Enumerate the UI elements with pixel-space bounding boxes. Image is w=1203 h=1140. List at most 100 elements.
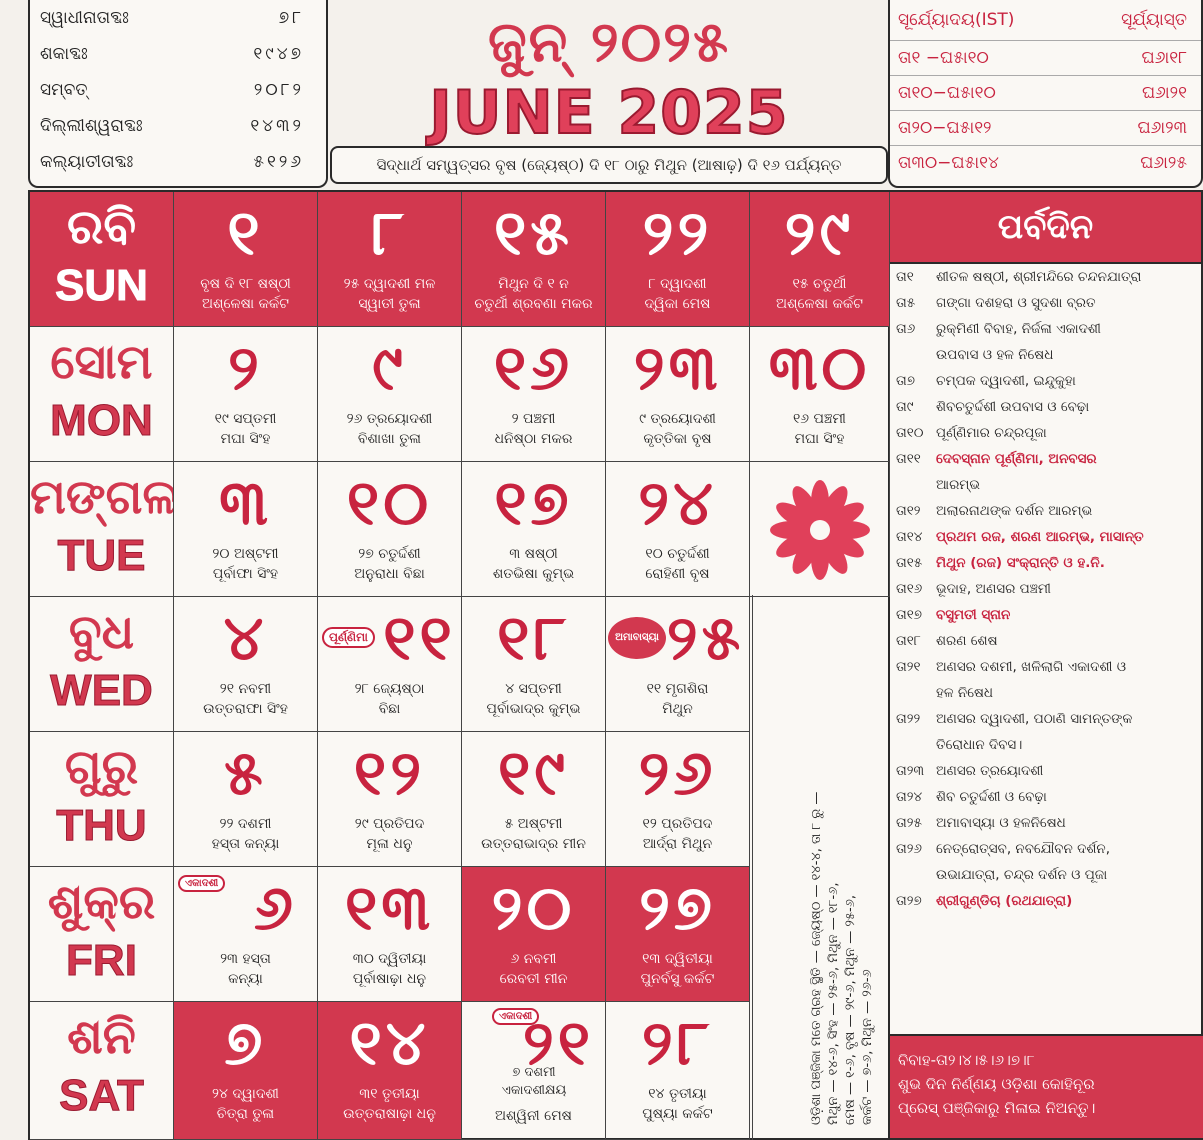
festival-item: ତା୯ ଶିବଚତୁର୍ଦ୍ଦଶୀ ଉପବାସ ଓ ବେଢ଼ା [890,394,1201,420]
date-cell[interactable]: ୨୮ ୧୪ ତୃତୀୟା ପୁଷ୍ୟା କର୍କଟ [606,1002,750,1140]
date-cell[interactable]: ୨୭ ୧୩ ଦ୍ୱିତୀୟା ପୁନର୍ବସୁ କର୍କଟ [606,867,750,1002]
era-row: ଶକାବ୍ଦଃ ୧୯୪୭ [30,36,326,72]
date-cell[interactable]: ୨୦ ୬ ନବମୀ ରେବତୀ ମୀନ [462,867,606,1002]
era-value: ୧୪୩୨ [250,116,304,136]
date-cell[interactable]: ୫ ୨୨ ଦଶମୀ ହସ୍ତା କନ୍ୟା [174,732,318,867]
note-line: ମିଥୁନ — ୧୪-୬, ସିଂହ — ୨୫-୬, ମିଥୁନ — ୧୮-୬, [826,882,841,1125]
date-cell[interactable]: ୧୨ ୨୯ ପ୍ରତିପଦ ମୂଳା ଧନୁ [318,732,462,867]
sunset-heading: ସୂର୍ଯ୍ୟାସ୍ତ [1121,10,1187,30]
tithi-text: ୨୭ ଚତୁର୍ଦ୍ଦଶୀ [358,546,421,562]
date-cell[interactable]: ୨୯ ୧୫ ଚତୁର୍ଥୀ ଅଶ୍ଳେଷା କର୍କଟ [750,192,890,327]
date-cell[interactable]: ୧୫ ମିଥୁନ ଦି ୧ ନ ଚତୁର୍ଥୀ ଶ୍ରବଣା ମକର [462,192,606,327]
festival-event: ଶିବଚତୁର୍ଦ୍ଦଶୀ ଉପବାସ ଓ ବେଢ଼ା [936,399,1090,415]
festival-title: ପର୍ବଦିନ [890,192,1201,264]
day-label-sun: ରବି SUN [30,192,174,327]
date-cell[interactable]: ୧୮ ୪ ସପ୍ତମୀ ପୂର୍ବାଭାଦ୍ର କୁମ୍ଭ [462,597,606,732]
date-cell[interactable]: ପୂର୍ଣ୍ଣିମା ୧୧ ୨୮ ଜ୍ୟେଷ୍ଠା ବିଛା [318,597,462,732]
date-cell[interactable]: ଅମାବାସ୍ୟା ୨୫ ୧୧ ମୃଗଶିରା ମିଥୁନ [606,597,750,732]
date-number: ୨ [228,331,263,404]
date-cell[interactable]: ୩୦ ୧୬ ପଞ୍ଚମୀ ମଘା ସିଂହ [750,327,890,462]
tithi-text: ୨୮ ଜ୍ୟେଷ୍ଠା [354,681,425,697]
tithi-text: ୧୩ ଦ୍ୱିତୀୟା [642,951,713,967]
nakshatra-text: ବିଶାଖା ତୁଳା [357,431,422,447]
festival-event: ପ୍ରଥମ ରଜ, ଶରଣ ଆରମ୍ଭ, ମାସାନ୍ତ [936,529,1144,545]
date-cell[interactable]: ୧୩ ୩୦ ଦ୍ୱିତୀୟା ପୂର୍ବାଷାଢ଼ା ଧନୁ [318,867,462,1002]
nakshatra-text: ଧନିଷ୍ଠା ମକର [494,431,573,447]
festival-event: ଅଣସର ତ୍ରୟୋଦଶୀ [936,763,1044,779]
festival-date [896,342,936,368]
planet-position-note: ଓଡ଼ିଶା ପଞ୍ଜିକା ମତେ ଗ୍ରହ ସ୍ଥିତି — ଜ୍ୟେଷ୍ଠ… [752,595,891,1140]
day-name-odia: ବୁଧ [68,604,135,660]
date-number: ୧୦ [346,466,433,539]
nakshatra-text: ଶତଭିଷା କୁମ୍ଭ [492,566,575,582]
nakshatra-text: ମିଥୁନ [662,701,693,717]
tithi-text: ୪ ସପ୍ତମୀ [505,681,562,697]
nakshatra-text: ମଘା ସିଂହ [220,431,271,447]
footer-note: ପ୍ରେସ୍ ପଞ୍ଜିକାରୁ ମିଳାଇ ନିଅନ୍ତୁ। [898,1099,1096,1117]
date-cell[interactable]: ୧୯ ୫ ଅଷ୍ଟମୀ ଉତ୍ତରାଭାଦ୍ର ମୀନ [462,732,606,867]
tithi-text: ୯ ତ୍ରୟୋଦଶୀ [639,411,716,427]
festival-date: ତା୧୬ [896,581,923,597]
sunrise-time: ତା୧ −ଘ୫ା୧୦ [898,48,989,68]
date-cell[interactable]: ୧୦ ୨୭ ଚତୁର୍ଦ୍ଦଶୀ ଅନୁରାଧା ବିଛା [318,462,462,597]
date-cell[interactable]: ୪ ୨୧ ନବମୀ ଉତ୍ତରାଫା ସିଂହ [174,597,318,732]
date-number: ୮ [371,196,408,269]
date-cell[interactable]: ଏକାଦଶୀ ୬ ୨୩ ହସ୍ତା କନ୍ୟା [174,867,318,1002]
date-cell[interactable]: ୮ ୨୫ ଦ୍ୱାଦଶୀ ମଳ ସ୍ୱାତୀ ତୁଳା [318,192,462,327]
festival-event: ଆରମ୍ଭ [936,477,981,493]
day-name-odia: ଶୁକ୍ର [47,874,156,930]
day-name-odia: ସୋମ [50,334,153,390]
festival-item: ତିରୋଧାନ ଦିବସ। [890,732,1201,758]
note-line: ଓଡ଼ିଶା ପଞ୍ଜିକା ମତେ ଗ୍ରହ ସ୍ଥିତି — ଜ୍ୟେଷ୍ଠ… [809,791,824,1125]
calendar-grid: ରବି SUN ସୋମ MON ମଙ୍ଗଳ TUE ବୁଧ WED ଗୁରୁ T… [28,190,890,1140]
tithi-text: ୧୯ ସପ୍ତମୀ [214,411,277,427]
tithi-text: ୨୪ ଦ୍ୱାଦଶୀ [212,1086,279,1102]
date-cell[interactable]: ୧୬ ୨ ପଞ୍ଚମୀ ଧନିଷ୍ଠା ମକର [462,327,606,462]
era-label: ଶକାବ୍ଦଃ [40,44,88,64]
date-cell[interactable]: ୧ ବୃଷ ଦି ୧୮ ଷଷ୍ଠୀ ଅଶ୍ଳେଷା କର୍କଟ [174,192,318,327]
festival-item: ତା୫ ଗଙ୍ଗା ଦଶହରା ଓ ସୁଦଶା ବ୍ରତ [890,290,1201,316]
nakshatra-text: ଉତ୍ତରାଷାଢ଼ା ଧନୁ [343,1106,436,1122]
era-label: ସମ୍ବତ୍ [40,80,88,100]
festival-event: ଶିବ ଚତୁର୍ଦ୍ଦଶୀ ଓ ବେଢ଼ା [936,789,1047,805]
date-number: ୧୯ [497,736,570,809]
tithi-text: ୧୫ ଚତୁର୍ଥୀ [792,276,847,292]
festival-date: ତା୧୨ [896,503,921,519]
era-row: ସମ୍ବତ୍ ୨୦୮୨ [30,72,326,108]
date-number: ୧୬ [493,331,574,404]
tithi-text: ୮ ଦ୍ୱାଦଶୀ [648,276,707,292]
date-cell[interactable]: ୧୪ ୩୧ ତୃତୀୟା ଉତ୍ତରାଷାଢ଼ା ଧନୁ [318,1002,462,1140]
festival-item: ତା୭ ଚମ୍ପକ ଦ୍ୱାଦଶୀ, ଇନ୍ଦୁକୁହା [890,368,1201,394]
festival-event: ଶରଣ ଶେଷ [936,633,998,649]
festival-date: ତା୧୫ [896,555,923,571]
tithi-text: ୨୩ ହସ୍ତା [220,951,271,967]
festival-item: ତା୧୭ ବସୁମତୀ ସ୍ନାନ [890,602,1201,628]
festival-footer: ବିବାହ-ତା୨।୪।୫।୬।୭।୮ ଶୁଭ ଦିନ ନିର୍ଣ୍ଣୟ ଓଡ଼… [890,1034,1203,1138]
date-cell[interactable]: ୯ ୨୬ ତ୍ରୟୋଦଶୀ ବିଶାଖା ତୁଳା [318,327,462,462]
date-number: ୧୧ [383,601,456,674]
festival-item: ତା୧୮ ଶରଣ ଶେଷ [890,628,1201,654]
nakshatra-text: ହସ୍ତା କନ୍ୟା [211,836,280,852]
date-number: ୨୨ [642,196,713,269]
date-cell[interactable]: ୨୩ ୯ ତ୍ରୟୋଦଶୀ କୃତ୍ତିକା ବୃଷ [606,327,750,462]
date-cell[interactable]: ୨୪ ୧୦ ଚତୁର୍ଦ୍ଦଶୀ ରୋହିଣୀ ବୃଷ [606,462,750,597]
date-number: ୨୯ [784,196,855,269]
date-cell[interactable]: ୭ ୨୪ ଦ୍ୱାଦଶୀ ଚିତ୍ରା ତୁଳା [174,1002,318,1140]
festival-item: ଉପବାସ ଓ ହଳ ନିଷେଧ [890,342,1201,368]
date-cell[interactable]: ୨୨ ୮ ଦ୍ୱାଦଶୀ ଦ୍ୱିକା ମେଷ [606,192,750,327]
festival-event: ରୁକ୍ମିଣୀ ବିବାହ, ନିର୍ଜଳା ଏକାଦଶୀ [936,321,1101,337]
era-label: ସ୍ୱାଧୀନାତାବ୍ଦଃ [40,8,129,28]
date-cell[interactable]: ୨ ୧୯ ସପ୍ତମୀ ମଘା ସିଂହ [174,327,318,462]
date-cell[interactable]: ଏକାଦଶୀ ୨୧ ୭ ଦଶମୀ ଏକାଦଶୀକ୍ଷୟ ଅଶ୍ୱିନୀ ମେଷ [462,1002,606,1140]
date-number: ୧୨ [353,736,426,809]
day-label-sat: ଶନି SAT [30,1002,174,1140]
date-number: ୫ [224,736,267,809]
date-cell[interactable]: ୧୭ ୩ ଷଷ୍ଠୀ ଶତଭିଷା କୁମ୍ଭ [462,462,606,597]
festival-item: ତା୨୬ ନେତ୍ରୋତ୍ସବ, ନବଯୌବନ ଦର୍ଶନ, [890,836,1201,862]
sun-row: ତା୧୦−ଘ୫ା୧୦ ଘ୬ା୨୧ [890,76,1201,111]
day-label-tue: ମଙ୍ଗଳ TUE [30,462,174,597]
date-cell[interactable]: ୩ ୨୦ ଅଷ୍ଟମୀ ପୂର୍ବାଫା ସିଂହ [174,462,318,597]
festival-item: ତା୨୧ ଅଣସର ଦଶମୀ, ଖଳିଲାଗି ଏକାଦଶୀ ଓ [890,654,1201,680]
nakshatra-text: ଅନୁରାଧା ବିଛା [354,566,425,582]
date-cell[interactable]: ୨୬ ୧୨ ପ୍ରତିପଦ ଆର୍ଦ୍ରା ମିଥୁନ [606,732,750,867]
